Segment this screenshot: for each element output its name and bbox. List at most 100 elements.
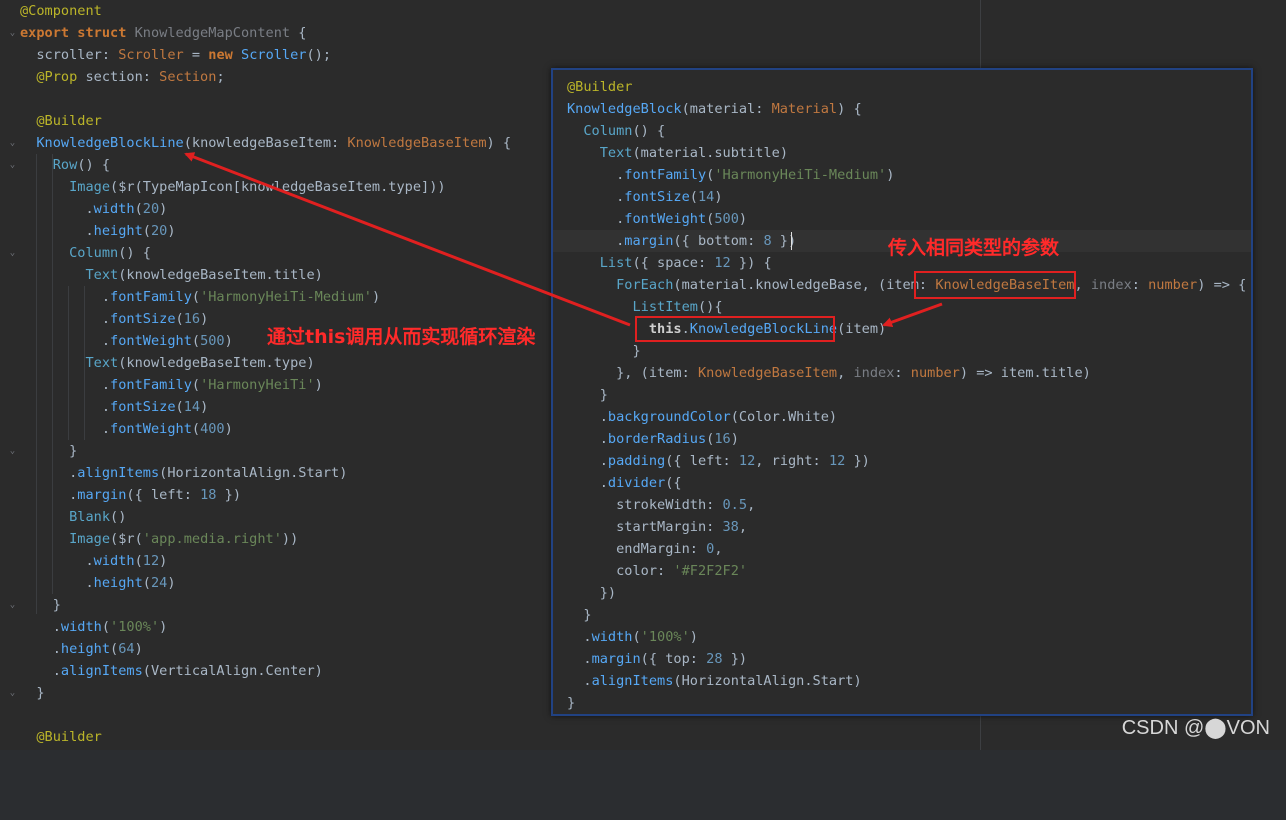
code-token: ( bbox=[101, 619, 111, 635]
code-token: } bbox=[567, 343, 641, 359]
code-line[interactable]: ForEach(material.knowledgeBase, (item: K… bbox=[567, 274, 1246, 296]
code-line[interactable]: .borderRadius(16) bbox=[567, 428, 739, 450]
fold-marker-icon[interactable]: ⌄ bbox=[8, 28, 17, 38]
code-token: @Builder bbox=[36, 113, 102, 129]
code-line[interactable]: .fontFamily('HarmonyHeiTi') bbox=[20, 374, 323, 396]
code-line[interactable]: .width('100%') bbox=[567, 626, 698, 648]
code-token: ( bbox=[142, 223, 151, 239]
code-token: '#F2F2F2' bbox=[673, 563, 748, 579]
code-line[interactable]: @Builder bbox=[567, 76, 632, 98]
code-line[interactable]: .fontWeight(500) bbox=[567, 208, 747, 230]
code-line[interactable]: .margin({ left: 18 }) bbox=[20, 484, 241, 506]
code-token: scroller: bbox=[20, 47, 119, 63]
code-line[interactable]: KnowledgeBlock(material: Material) { bbox=[567, 98, 862, 120]
code-line[interactable]: Column() { bbox=[567, 120, 665, 142]
code-line[interactable]: } bbox=[20, 682, 44, 704]
code-line[interactable]: KnowledgeBlockLine(knowledgeBaseItem: Kn… bbox=[20, 132, 511, 154]
code-line[interactable]: Image($r('app.media.right')) bbox=[20, 528, 298, 550]
code-line[interactable]: Row() { bbox=[20, 154, 110, 176]
code-line[interactable]: .margin({ top: 28 }) bbox=[567, 648, 747, 670]
code-line[interactable]: Text(knowledgeBaseItem.type) bbox=[20, 352, 314, 374]
code-token: . bbox=[567, 673, 592, 689]
quick-definition-popup[interactable]: @Builder KnowledgeBlock(material: Materia… bbox=[551, 68, 1253, 716]
code-line[interactable]: .width(20) bbox=[20, 198, 167, 220]
code-line[interactable]: .fontSize(14) bbox=[20, 396, 208, 418]
code-line[interactable]: } bbox=[567, 604, 591, 626]
fold-marker-icon[interactable]: ⌄ bbox=[8, 600, 17, 610]
code-line[interactable]: color: '#F2F2F2' bbox=[567, 560, 747, 582]
code-line[interactable]: @Builder bbox=[20, 110, 102, 132]
indent-guide bbox=[68, 286, 69, 440]
code-line[interactable]: .fontSize(14) bbox=[567, 186, 723, 208]
code-line[interactable]: } bbox=[567, 384, 608, 406]
code-line[interactable]: } bbox=[20, 440, 77, 462]
param-type-highlight-box bbox=[914, 271, 1076, 299]
code-line[interactable]: .backgroundColor(Color.White) bbox=[567, 406, 837, 428]
code-line[interactable]: Image($r(TypeMapIcon[knowledgeBaseItem.t… bbox=[20, 176, 445, 198]
code-token: . bbox=[567, 167, 625, 183]
code-token: ) bbox=[714, 189, 723, 205]
code-line[interactable]: } bbox=[20, 594, 61, 616]
fold-marker-icon[interactable]: ⌄ bbox=[8, 160, 17, 170]
code-token: . bbox=[20, 619, 61, 635]
code-line[interactable]: .divider({ bbox=[567, 472, 682, 494]
code-line[interactable]: @Component bbox=[20, 0, 102, 22]
code-token: KnowledgeBlockLine bbox=[36, 135, 184, 151]
code-token: (Color.White) bbox=[730, 409, 838, 425]
code-token: 24 bbox=[150, 575, 168, 591]
code-token: height bbox=[93, 575, 143, 591]
code-token: ( bbox=[134, 553, 143, 569]
code-line[interactable]: .fontSize(16) bbox=[20, 308, 208, 330]
code-line[interactable]: Text(material.subtitle) bbox=[567, 142, 788, 164]
code-line[interactable]: .height(20) bbox=[20, 220, 175, 242]
code-token: () bbox=[110, 509, 127, 525]
code-token: 14 bbox=[183, 399, 201, 415]
code-token: (item) bbox=[837, 321, 887, 337]
code-token: . bbox=[567, 409, 608, 425]
code-line[interactable]: .alignItems(HorizontalAlign.Start) bbox=[20, 462, 347, 484]
code-line[interactable]: .fontFamily('HarmonyHeiTi-Medium') bbox=[20, 286, 380, 308]
code-line[interactable]: .padding({ left: 12, right: 12 }) bbox=[567, 450, 870, 472]
code-line[interactable]: Text(knowledgeBaseItem.title) bbox=[20, 264, 322, 286]
code-token: fontFamily bbox=[624, 167, 707, 183]
code-line[interactable]: .alignItems(HorizontalAlign.Start) bbox=[567, 670, 861, 692]
code-token: ( bbox=[191, 333, 201, 349]
code-line[interactable]: Column() { bbox=[20, 242, 151, 264]
code-line[interactable]: @Prop section: Section; bbox=[20, 66, 224, 88]
code-line[interactable]: } bbox=[567, 692, 575, 714]
code-token: . bbox=[20, 201, 94, 217]
code-line[interactable]: }) bbox=[567, 582, 616, 604]
code-line[interactable]: .fontFamily('HarmonyHeiTi-Medium') bbox=[567, 164, 894, 186]
fold-marker-icon[interactable]: ⌄ bbox=[8, 138, 17, 148]
code-line[interactable]: .width('100%') bbox=[20, 616, 168, 638]
fold-marker-icon[interactable]: ⌄ bbox=[8, 446, 17, 456]
code-token: @Builder bbox=[567, 79, 633, 95]
code-token: 16 bbox=[714, 431, 731, 447]
code-line[interactable]: scroller: Scroller = new Scroller(); bbox=[20, 44, 331, 66]
code-line[interactable]: .height(24) bbox=[20, 572, 175, 594]
code-line[interactable]: List({ space: 12 }) { bbox=[567, 252, 772, 274]
code-token: 'HarmonyHeiTi' bbox=[200, 377, 315, 393]
code-line[interactable]: .width(12) bbox=[20, 550, 167, 572]
code-token: 28 bbox=[706, 651, 723, 667]
code-line[interactable]: .alignItems(VerticalAlign.Center) bbox=[20, 660, 323, 682]
code-line[interactable]: .margin({ bottom: 8 }) bbox=[567, 230, 796, 252]
fold-marker-icon[interactable]: ⌄ bbox=[8, 688, 17, 698]
code-token: . bbox=[20, 641, 61, 657]
code-line[interactable]: endMargin: 0, bbox=[567, 538, 722, 560]
code-line[interactable]: @Builder bbox=[20, 726, 101, 748]
code-token: }) bbox=[722, 651, 748, 667]
code-line[interactable]: export struct KnowledgeMapContent { bbox=[20, 22, 306, 44]
code-line[interactable]: } bbox=[567, 340, 641, 362]
code-line[interactable]: startMargin: 38, bbox=[567, 516, 747, 538]
fold-marker-icon[interactable]: ⌄ bbox=[8, 248, 17, 258]
code-line[interactable]: ListItem(){ bbox=[567, 296, 722, 318]
popup-code-area[interactable]: @Builder KnowledgeBlock(material: Materia… bbox=[553, 70, 1286, 820]
code-line[interactable]: strokeWidth: 0.5, bbox=[567, 494, 755, 516]
code-line[interactable]: }, (item: KnowledgeBaseItem, index: numb… bbox=[567, 362, 1091, 384]
code-line[interactable]: .height(64) bbox=[20, 638, 143, 660]
